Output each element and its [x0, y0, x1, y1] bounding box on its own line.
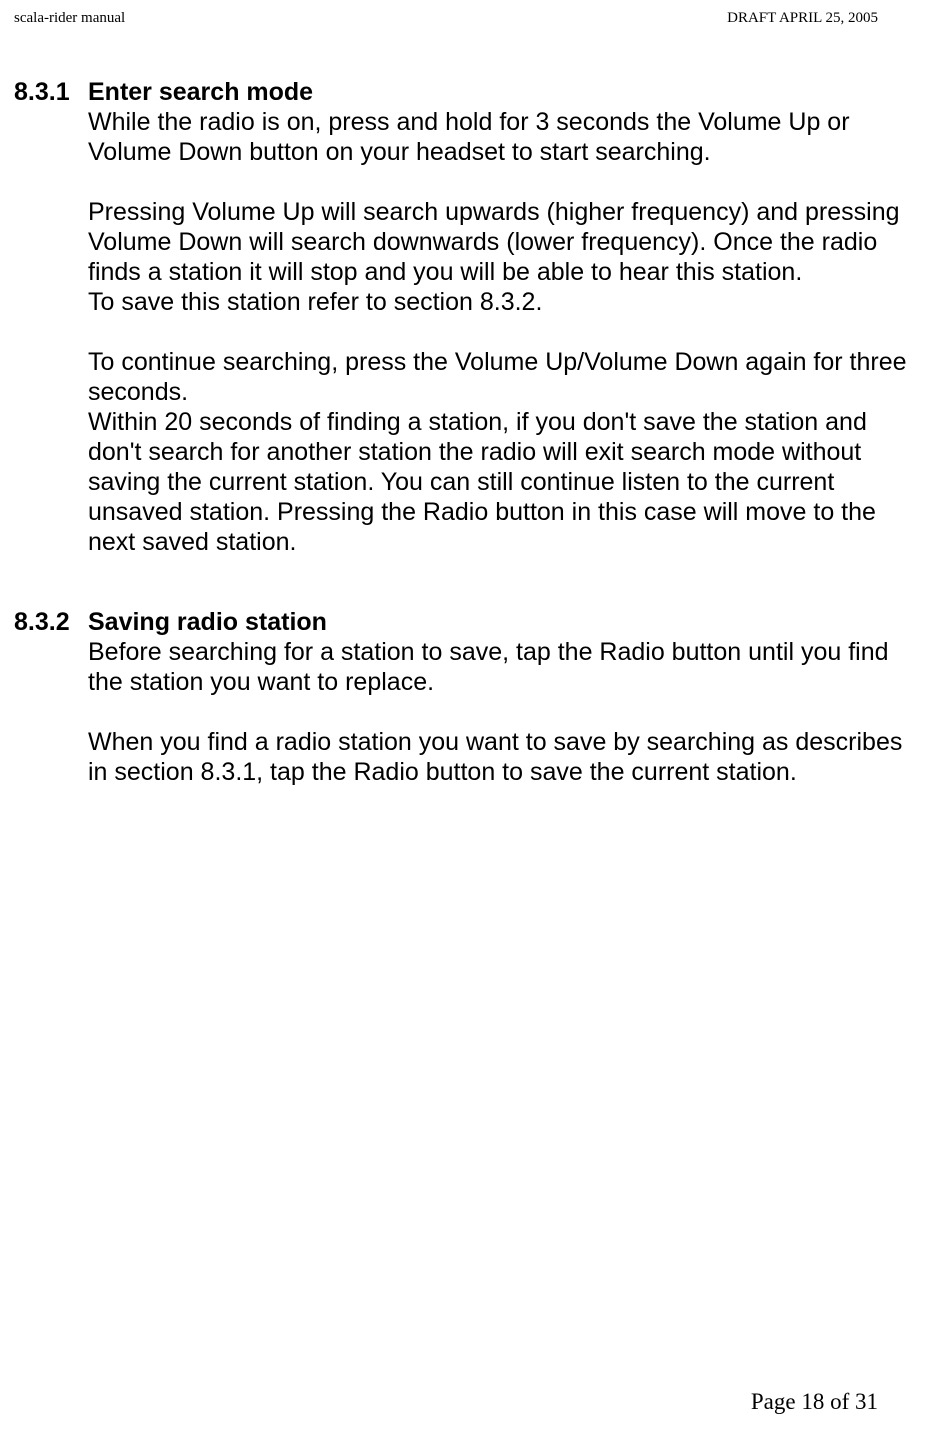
- paragraph: To save this station refer to section 8.…: [88, 287, 924, 317]
- section-number: 8.3.1: [14, 77, 88, 557]
- paragraph: To continue searching, press the Volume …: [88, 347, 924, 407]
- paragraph: Before searching for a station to save, …: [88, 637, 924, 697]
- section-title: Saving radio station: [88, 607, 924, 637]
- page-content: 8.3.1 Enter search mode While the radio …: [14, 77, 924, 787]
- paragraph: When you find a radio station you want t…: [88, 727, 924, 787]
- header-doc-title: scala-rider manual: [14, 10, 125, 27]
- paragraph: While the radio is on, press and hold fo…: [88, 107, 924, 167]
- section-title: Enter search mode: [88, 77, 924, 107]
- page-footer: Page 18 of 31: [751, 1389, 878, 1415]
- page-header: scala-rider manual DRAFT APRIL 25, 2005: [14, 10, 924, 27]
- section-8-3-2: 8.3.2 Saving radio station Before search…: [14, 607, 924, 787]
- paragraph: Pressing Volume Up will search upwards (…: [88, 197, 924, 287]
- header-draft-date: DRAFT APRIL 25, 2005: [727, 10, 878, 27]
- paragraph: Within 20 seconds of finding a station, …: [88, 407, 924, 557]
- section-8-3-1: 8.3.1 Enter search mode While the radio …: [14, 77, 924, 557]
- section-number: 8.3.2: [14, 607, 88, 787]
